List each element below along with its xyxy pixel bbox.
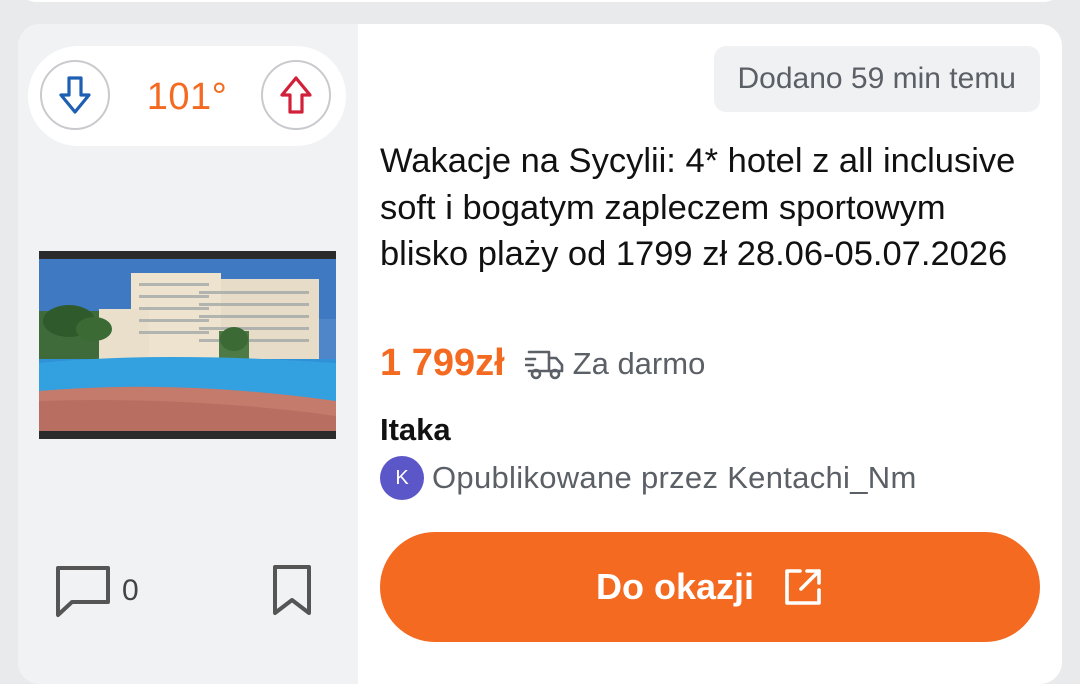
- poster-info[interactable]: K Opublikowane przez Kentachi_Nm: [380, 456, 917, 500]
- comments-count: 0: [122, 574, 139, 607]
- arrow-down-icon: [59, 76, 91, 114]
- temperature-vote-box: 101°: [28, 46, 346, 146]
- deal-card[interactable]: 101° 0 Dodano 59 min temu Wakacje na Syc…: [18, 24, 1062, 684]
- arrow-up-icon: [280, 76, 312, 114]
- shipping-info: Za darmo: [524, 345, 706, 382]
- deal-price: 1 799zł: [380, 342, 505, 384]
- go-to-deal-label: Do okazji: [595, 566, 755, 607]
- temperature-value: 101°: [146, 76, 228, 118]
- delivery-truck-icon: [524, 350, 563, 379]
- poster-label: Opublikowane przez Kentachi_Nm: [432, 460, 917, 495]
- added-time-badge: Dodano 59 min temu: [713, 46, 1040, 112]
- go-to-deal-button[interactable]: Do okazji: [380, 532, 1040, 642]
- bookmark-button[interactable]: [271, 564, 313, 621]
- avatar: K: [380, 456, 424, 500]
- deal-title[interactable]: Wakacje na Sycylii: 4* hotel z all inclu…: [380, 138, 1040, 278]
- external-link-icon: [785, 569, 821, 605]
- shipping-label: Za darmo: [572, 345, 706, 381]
- deal-sidebar: 101° 0: [18, 24, 358, 684]
- vote-down-button[interactable]: [40, 60, 110, 130]
- deal-details: Dodano 59 min temu Wakacje na Sycylii: 4…: [380, 24, 1062, 684]
- comments-button[interactable]: 0: [54, 564, 139, 618]
- previous-deal-card: [18, 0, 1062, 2]
- merchant-name[interactable]: Itaka: [380, 412, 451, 448]
- bookmark-icon: [273, 565, 311, 615]
- deal-thumbnail[interactable]: [39, 251, 336, 439]
- comment-icon: [56, 566, 110, 617]
- price-row: 1 799zł Za darmo: [380, 342, 705, 385]
- vote-up-button[interactable]: [261, 60, 331, 130]
